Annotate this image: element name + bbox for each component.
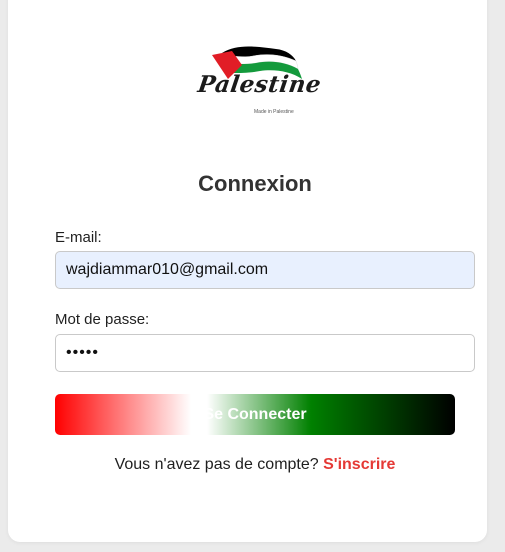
password-label: Mot de passe: — [55, 311, 150, 328]
logo-script-text: Palestine — [196, 71, 324, 98]
email-field[interactable] — [55, 251, 475, 289]
password-field[interactable] — [55, 334, 475, 372]
page-title: Connexion — [198, 171, 312, 196]
palestine-logo: Palestine Made in Palestine — [196, 43, 324, 119]
logo-tagline: Made in Palestine — [254, 109, 294, 115]
signup-prompt: Vous n'avez pas de compte? S'inscrire — [8, 456, 502, 474]
signup-prompt-text: Vous n'avez pas de compte? — [114, 456, 319, 473]
login-card: Palestine Made in Palestine Connexion E-… — [8, 0, 487, 542]
email-label: E-mail: — [55, 229, 102, 246]
login-button[interactable]: Se Connecter — [55, 394, 455, 435]
signup-link[interactable]: S'inscrire — [323, 456, 395, 473]
